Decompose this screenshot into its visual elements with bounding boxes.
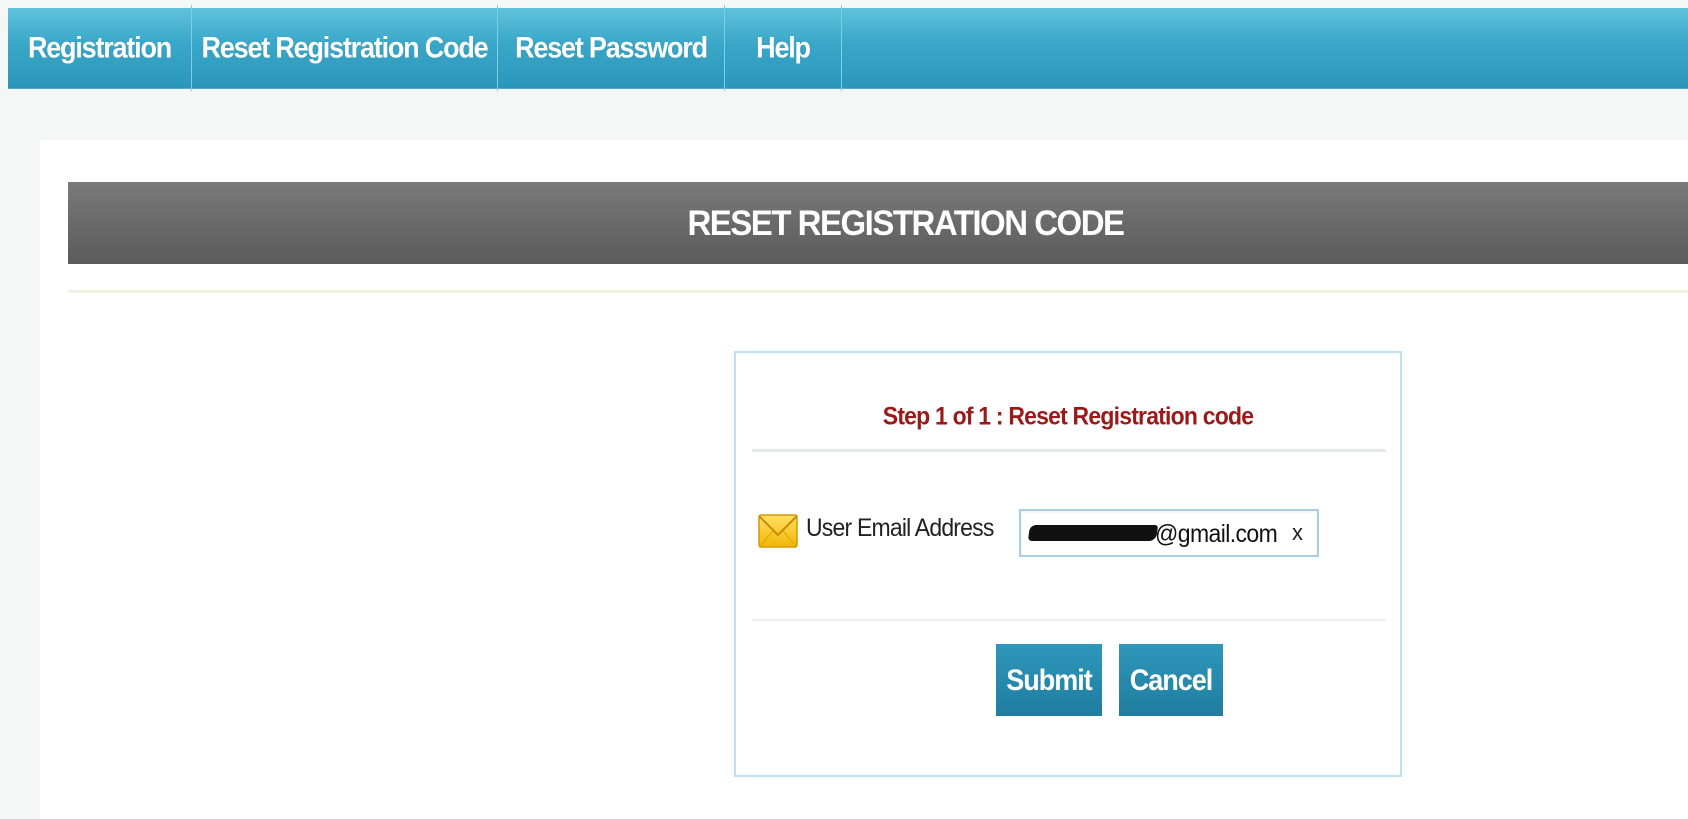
nav-item-reset-password[interactable]: Reset Password xyxy=(498,4,725,92)
nav-item-label: Help xyxy=(756,31,811,64)
cancel-button-label: Cancel xyxy=(1129,662,1214,696)
email-field[interactable]: @gmail.com x xyxy=(1019,509,1319,557)
page: Registration Reset Registration Code Res… xyxy=(0,0,1688,819)
nav-item-registration[interactable]: Registration xyxy=(8,4,192,92)
nav-item-label: Reset Registration Code xyxy=(201,31,489,64)
divider xyxy=(752,449,1386,452)
reset-form-card: Step 1 of 1 : Reset Registration code Us… xyxy=(734,351,1402,777)
submit-button[interactable]: Submit xyxy=(996,644,1102,716)
email-value: @gmail.com xyxy=(1155,519,1278,548)
envelope-icon xyxy=(758,514,798,548)
nav-item-label: Reset Password xyxy=(515,31,708,64)
close-icon[interactable]: x xyxy=(1292,520,1303,546)
page-banner: RESET REGISTRATION CODE xyxy=(68,182,1688,264)
top-nav: Registration Reset Registration Code Res… xyxy=(8,4,1688,92)
nav-item-label: Registration xyxy=(27,31,172,64)
divider xyxy=(68,290,1688,293)
redaction-mark xyxy=(1027,525,1159,541)
cancel-button[interactable]: Cancel xyxy=(1119,644,1223,716)
divider xyxy=(752,619,1386,621)
submit-button-label: Submit xyxy=(1006,662,1092,696)
nav-item-reset-registration-code[interactable]: Reset Registration Code xyxy=(192,4,498,92)
email-label: User Email Address xyxy=(806,513,994,542)
nav-item-help[interactable]: Help xyxy=(725,4,842,92)
step-title: Step 1 of 1 : Reset Registration code xyxy=(882,401,1254,431)
content-panel: RESET REGISTRATION CODE Step 1 of 1 : Re… xyxy=(40,140,1688,819)
page-title: RESET REGISTRATION CODE xyxy=(687,202,1125,243)
